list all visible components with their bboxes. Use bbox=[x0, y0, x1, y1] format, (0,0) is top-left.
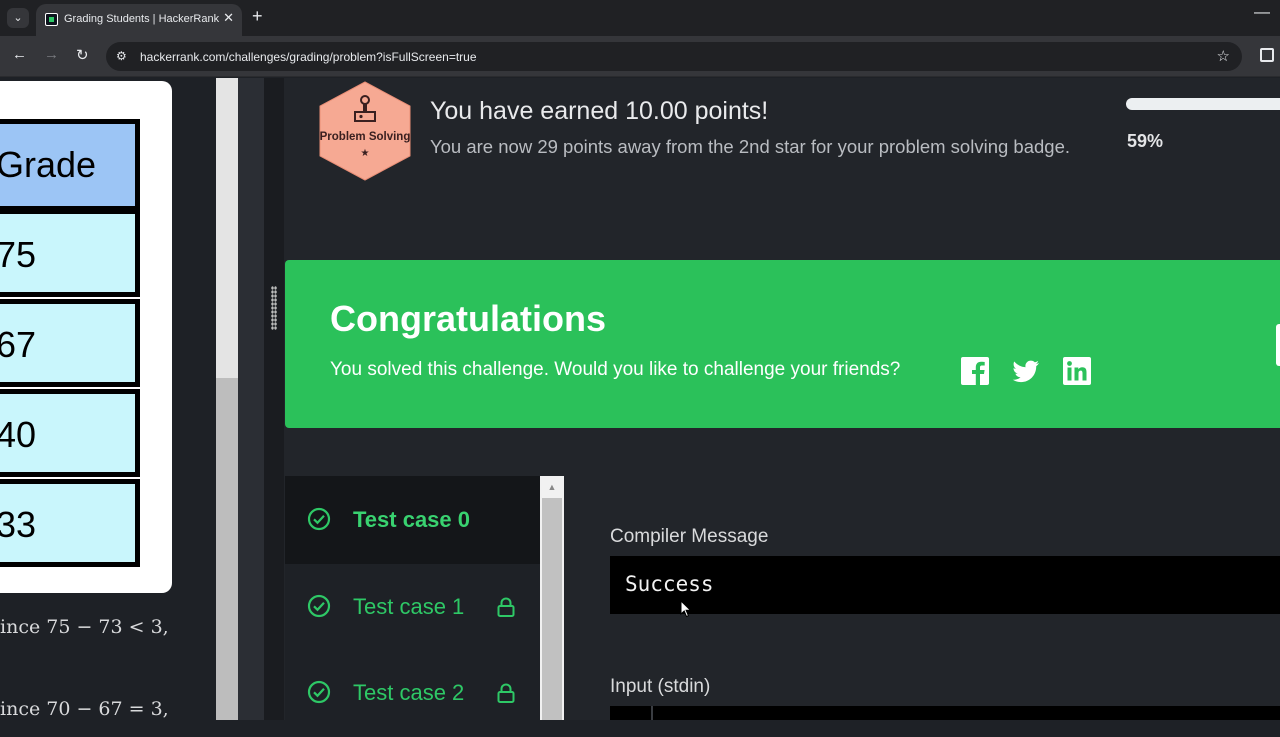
points-away-subtitle: You are now 29 points away from the 2nd … bbox=[430, 136, 1070, 157]
lock-icon bbox=[497, 683, 515, 703]
grade-cell: 67 bbox=[0, 299, 140, 387]
forward-arrow-icon[interactable]: → bbox=[44, 46, 59, 63]
problem-solving-badge: Problem Solving ★ bbox=[314, 80, 416, 182]
problem-scrollbar[interactable] bbox=[216, 78, 238, 720]
tab-search-button[interactable]: ⌄ bbox=[7, 8, 29, 28]
new-tab-icon[interactable]: + bbox=[252, 6, 263, 27]
browser-tab[interactable]: Grading Students | HackerRank ✕ bbox=[36, 4, 242, 36]
check-circle-icon bbox=[307, 594, 331, 618]
scroll-up-arrow-icon[interactable]: ▲ bbox=[540, 476, 564, 498]
compiler-message-text: Success bbox=[625, 572, 714, 596]
badge-progress-percent: 59% bbox=[1127, 131, 1164, 151]
test-case-label: Test case 2 bbox=[353, 680, 465, 705]
input-stdin-box bbox=[610, 706, 1280, 720]
twitter-icon[interactable] bbox=[1011, 356, 1041, 386]
bookmark-star-icon[interactable]: ☆ bbox=[1217, 47, 1230, 65]
facebook-icon[interactable] bbox=[960, 356, 990, 386]
mouse-pointer-icon bbox=[680, 600, 692, 618]
badge-star-icon: ★ bbox=[360, 148, 370, 159]
test-case-label: Test case 0 bbox=[353, 507, 471, 532]
site-settings-icon[interactable]: ⚙ bbox=[116, 49, 127, 63]
banner-edge-tab bbox=[1276, 324, 1280, 366]
problem-scrollbar-thumb[interactable] bbox=[216, 378, 238, 720]
test-case-0[interactable]: Test case 0 bbox=[285, 476, 540, 564]
test-case-scrollbar-thumb[interactable] bbox=[542, 498, 562, 720]
back-arrow-icon[interactable]: ← bbox=[12, 46, 27, 63]
compiler-message-box: Success bbox=[610, 556, 1280, 614]
congratulations-banner: Congratulations You solved this challeng… bbox=[285, 260, 1280, 428]
url-text[interactable]: hackerrank.com/challenges/grading/proble… bbox=[140, 50, 477, 64]
grade-cell: 75 bbox=[0, 209, 140, 297]
tab-title: Grading Students | HackerRank bbox=[64, 13, 220, 25]
pane-divider bbox=[238, 78, 266, 720]
explanation-line: ince 75 − 73 < 3, bbox=[0, 616, 169, 638]
address-bar[interactable]: ⚙ hackerrank.com/challenges/grading/prob… bbox=[106, 42, 1242, 71]
browser-tab-strip: ⌄ Grading Students | HackerRank ✕ + — bbox=[0, 0, 1280, 36]
test-case-label: Test case 1 bbox=[353, 594, 465, 619]
points-earned-title: You have earned 10.00 points! bbox=[430, 97, 769, 125]
minimize-window-icon[interactable]: — bbox=[1254, 4, 1270, 22]
explanation-line: ince 70 − 67 = 3, bbox=[0, 698, 169, 720]
congratulations-title: Congratulations bbox=[330, 298, 606, 339]
check-circle-icon bbox=[307, 507, 331, 531]
close-tab-icon[interactable]: ✕ bbox=[223, 10, 234, 26]
badge-progress-bar bbox=[1126, 98, 1280, 110]
grades-table-image: Grade 75 67 40 33 bbox=[0, 81, 172, 593]
line-number-gutter bbox=[651, 706, 653, 720]
grade-cell: 40 bbox=[0, 389, 140, 477]
test-case-scrollbar[interactable]: ▲ bbox=[540, 476, 564, 720]
badge-label: Problem Solving bbox=[319, 131, 411, 143]
pane-divider-edge bbox=[264, 78, 284, 720]
extensions-icon[interactable] bbox=[1260, 48, 1274, 62]
test-case-1[interactable]: Test case 1 bbox=[285, 563, 540, 651]
input-stdin-label: Input (stdin) bbox=[610, 676, 711, 697]
browser-toolbar: ← → ↻ ⚙ hackerrank.com/challenges/gradin… bbox=[0, 36, 1280, 77]
congratulations-subtitle: You solved this challenge. Would you lik… bbox=[330, 359, 901, 380]
grade-header-cell: Grade bbox=[0, 119, 140, 211]
compiler-message-label: Compiler Message bbox=[610, 526, 769, 547]
hackerrank-favicon-icon bbox=[45, 13, 58, 26]
reload-icon[interactable]: ↻ bbox=[76, 46, 89, 64]
linkedin-icon[interactable] bbox=[1062, 356, 1092, 386]
test-case-list: Test case 0 Test case 1 Test case 2 bbox=[285, 476, 540, 720]
grade-cell: 33 bbox=[0, 479, 140, 567]
lock-icon bbox=[497, 597, 515, 617]
test-case-2[interactable]: Test case 2 bbox=[285, 649, 540, 737]
problem-description-pane: Grade 75 67 40 33 ince 75 − 73 < 3, ince… bbox=[0, 78, 216, 720]
resize-drag-handle[interactable] bbox=[271, 286, 277, 330]
check-circle-icon bbox=[307, 680, 331, 704]
puzzle-joystick-icon bbox=[354, 95, 376, 122]
